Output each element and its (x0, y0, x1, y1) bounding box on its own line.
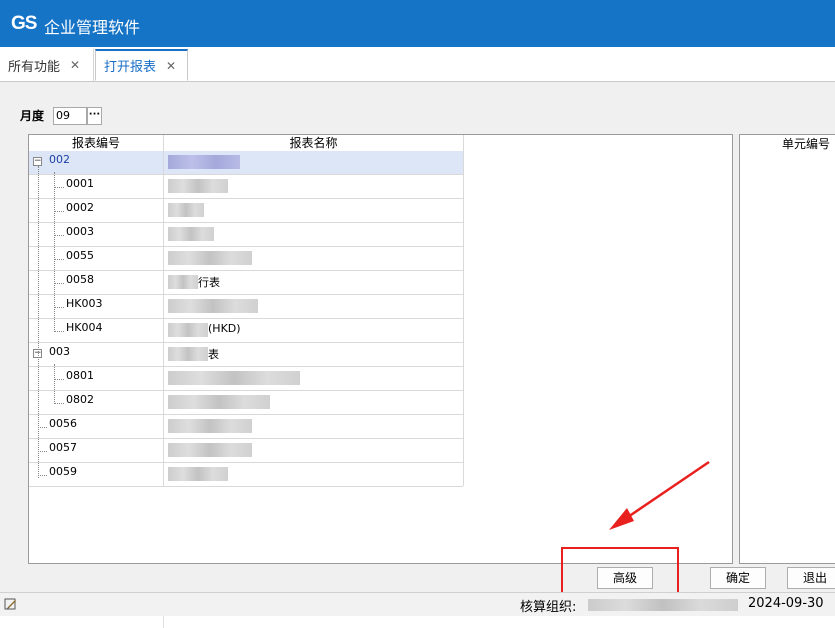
divider (163, 616, 164, 628)
annotation-arrow (609, 460, 710, 530)
bottom-strip (0, 616, 835, 628)
org-value-redacted (588, 599, 738, 611)
status-bar: 核算组织: 2024-09-30 (0, 592, 835, 616)
edit-icon[interactable] (4, 597, 18, 611)
org-label: 核算组织: (520, 600, 577, 615)
status-date: 2024-09-30 (748, 596, 824, 611)
